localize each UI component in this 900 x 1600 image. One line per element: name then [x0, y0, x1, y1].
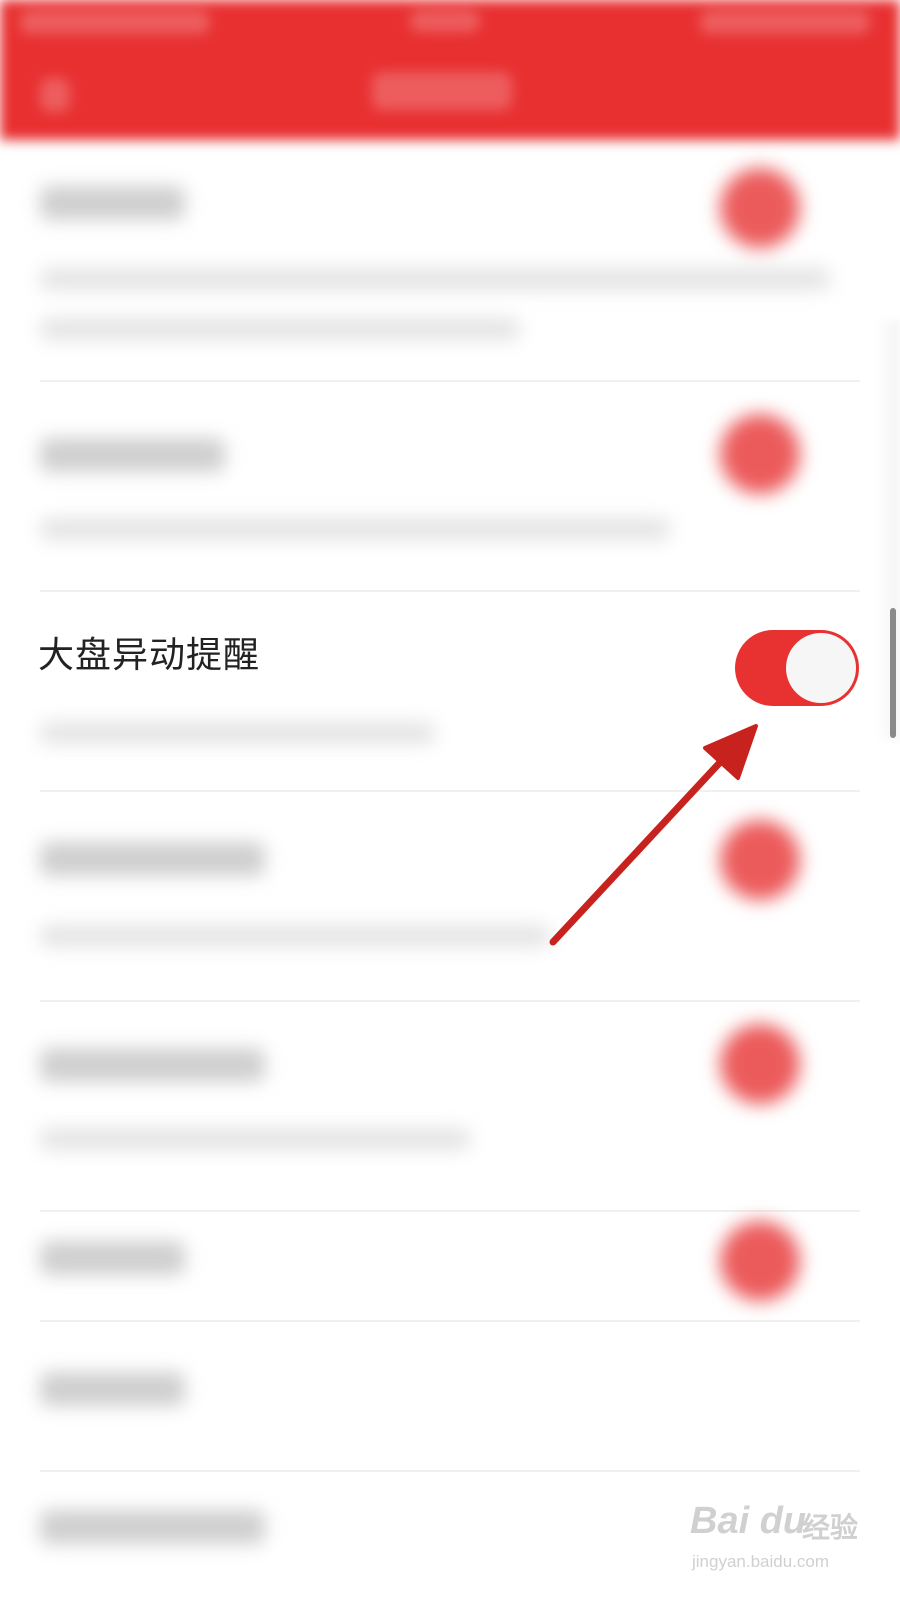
setting-desc-blurred	[40, 518, 670, 540]
watermark-brand: Bai du	[690, 1500, 807, 1542]
toggle-switch-blurred[interactable]	[720, 168, 800, 248]
setting-title-blurred	[40, 1241, 185, 1275]
setting-desc-blurred	[40, 722, 435, 744]
setting-desc-blurred	[40, 1128, 470, 1150]
divider	[40, 1210, 860, 1212]
baidu-watermark: Bai du 经验 jingyan.baidu.com	[690, 1500, 890, 1590]
setting-row-blurred[interactable]	[0, 0, 900, 400]
setting-title-blurred	[40, 1048, 265, 1082]
setting-title-blurred	[40, 1372, 185, 1406]
watermark-name: 经验	[802, 1511, 859, 1544]
toggle-switch-blurred[interactable]	[720, 414, 800, 494]
settings-list: 大盘异动提醒	[0, 0, 900, 1600]
setting-desc-blurred	[40, 925, 550, 947]
scrollbar-track	[876, 320, 900, 740]
divider	[40, 1470, 860, 1472]
setting-title-blurred	[40, 1510, 265, 1544]
setting-desc-blurred	[40, 268, 830, 290]
scrollbar-thumb[interactable]	[890, 608, 896, 738]
setting-desc-blurred	[40, 318, 520, 340]
setting-row-blurred[interactable]	[0, 1330, 900, 1460]
setting-desc-row-blurred	[0, 700, 900, 780]
divider	[40, 380, 860, 382]
setting-row-blurred[interactable]	[0, 400, 900, 590]
divider	[40, 790, 860, 792]
toggle-switch-blurred[interactable]	[720, 1221, 800, 1301]
setting-row-blurred[interactable]	[0, 1215, 900, 1335]
setting-title-blurred	[40, 842, 265, 876]
divider	[40, 590, 860, 592]
setting-row-blurred[interactable]	[0, 800, 900, 1000]
toggle-switch-blurred[interactable]	[720, 1024, 800, 1104]
watermark-url: jingyan.baidu.com	[692, 1552, 830, 1571]
toggle-switch-blurred[interactable]	[720, 820, 800, 900]
setting-title: 大盘异动提醒	[38, 635, 261, 676]
setting-title-blurred	[40, 186, 185, 220]
toggle-knob	[786, 633, 856, 703]
toggle-switch-on[interactable]	[735, 630, 859, 706]
setting-title-blurred	[40, 438, 225, 472]
divider	[40, 1000, 860, 1002]
setting-row-blurred[interactable]	[0, 1010, 900, 1210]
divider	[40, 1320, 860, 1322]
